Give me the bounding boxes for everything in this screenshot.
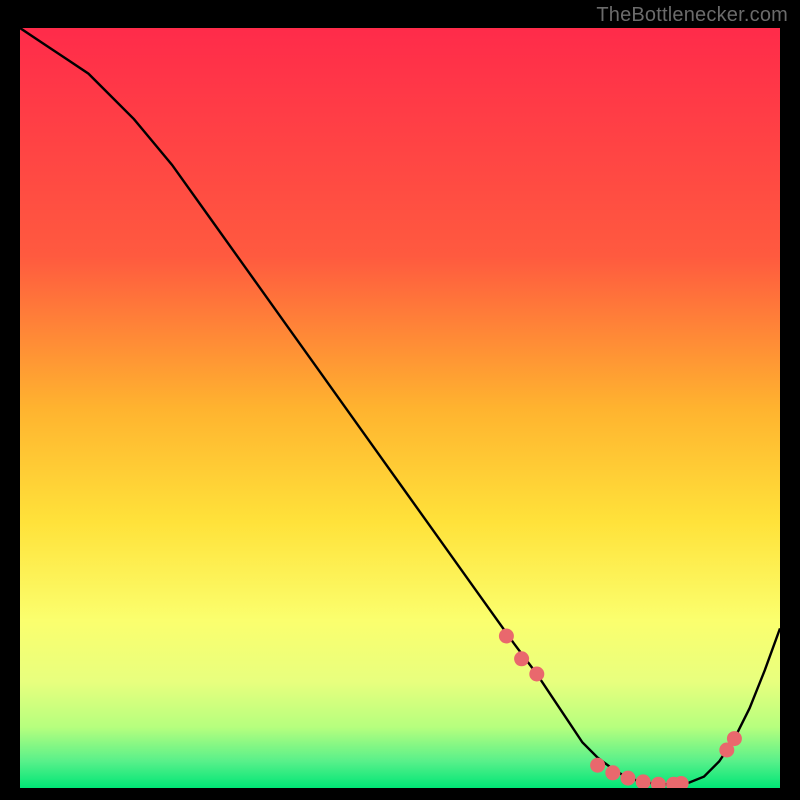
marker-dot bbox=[605, 765, 620, 780]
marker-dot bbox=[499, 629, 514, 644]
marker-dot bbox=[529, 667, 544, 682]
chart-svg bbox=[20, 28, 780, 788]
attribution-text: TheBottlenecker.com bbox=[596, 4, 788, 27]
plot-area bbox=[20, 28, 780, 788]
marker-dot bbox=[621, 771, 636, 786]
gradient-background bbox=[20, 28, 780, 788]
chart-root: TheBottlenecker.com bbox=[0, 0, 800, 800]
marker-dot bbox=[590, 758, 605, 773]
marker-dot bbox=[727, 731, 742, 746]
marker-dot bbox=[514, 651, 529, 666]
